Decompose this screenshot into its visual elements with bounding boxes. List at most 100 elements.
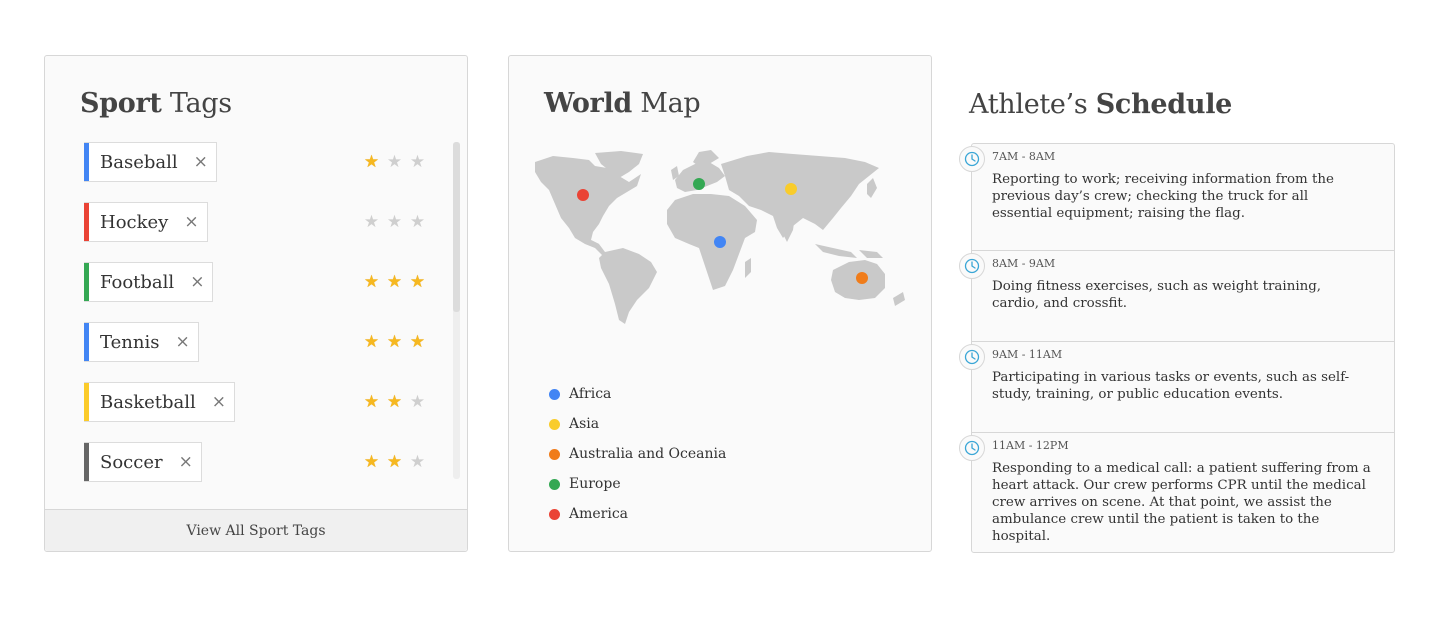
sport-tag[interactable]: Basketball × bbox=[84, 382, 236, 422]
view-all-sport-tags-button[interactable]: View All Sport Tags bbox=[45, 509, 467, 551]
star-rating[interactable]: ★ ★ ★ bbox=[360, 392, 429, 412]
star-icon[interactable]: ★ bbox=[406, 272, 429, 292]
sport-tags-panel: Sport Tags Baseball × ★ ★ ★ Hockey × ★ ★ ★ F… bbox=[44, 55, 468, 552]
clock-icon bbox=[959, 146, 985, 172]
tag-label: Football bbox=[100, 271, 175, 293]
close-icon[interactable]: × bbox=[194, 153, 208, 171]
entry-text: Participating in various tasks or events… bbox=[992, 370, 1350, 402]
map-marker-africa bbox=[714, 236, 726, 248]
tag-label: Baseball bbox=[100, 151, 178, 173]
tag-label: Basketball bbox=[100, 391, 196, 413]
star-icon[interactable]: ★ bbox=[383, 152, 406, 172]
star-icon[interactable]: ★ bbox=[406, 212, 429, 232]
new-guinea-shape bbox=[859, 250, 883, 258]
entry-time: 9AM - 11AM bbox=[992, 348, 1063, 361]
schedule-entry: 7AM - 8AM Reporting to work; receiving i… bbox=[959, 144, 1394, 251]
star-icon[interactable]: ★ bbox=[360, 452, 383, 472]
entry-time: 11AM - 12PM bbox=[992, 439, 1069, 452]
star-rating[interactable]: ★ ★ ★ bbox=[360, 212, 429, 232]
entry-time: 7AM - 8AM bbox=[992, 150, 1056, 163]
star-icon[interactable]: ★ bbox=[406, 452, 429, 472]
schedule-entry: 9AM - 11AM Participating in various task… bbox=[959, 342, 1394, 433]
tag-color-bar bbox=[84, 443, 89, 481]
star-icon[interactable]: ★ bbox=[383, 212, 406, 232]
tag-row: Hockey × ★ ★ ★ bbox=[84, 202, 429, 262]
tag-color-bar bbox=[84, 323, 89, 361]
tag-row: Soccer × ★ ★ ★ bbox=[84, 442, 429, 502]
clock-icon bbox=[959, 344, 985, 370]
world-map-title: World Map bbox=[544, 88, 701, 119]
tag-row: Tennis × ★ ★ ★ bbox=[84, 322, 429, 382]
star-icon[interactable]: ★ bbox=[383, 392, 406, 412]
new-zealand-shape bbox=[893, 292, 905, 306]
tag-row: Basketball × ★ ★ ★ bbox=[84, 382, 429, 442]
star-rating[interactable]: ★ ★ ★ bbox=[360, 152, 429, 172]
star-rating[interactable]: ★ ★ ★ bbox=[360, 272, 429, 292]
map-marker-australia bbox=[856, 272, 868, 284]
legend-label: America bbox=[569, 506, 629, 522]
star-icon[interactable]: ★ bbox=[360, 272, 383, 292]
africa-shape bbox=[667, 194, 757, 290]
sport-tag-list: Baseball × ★ ★ ★ Hockey × ★ ★ ★ Football × ★… bbox=[84, 142, 429, 502]
schedule-entry: 8AM - 9AM Doing fitness exercises, such … bbox=[959, 251, 1394, 342]
entry-time: 8AM - 9AM bbox=[992, 257, 1056, 270]
indonesia-shape bbox=[815, 244, 857, 258]
tag-label: Soccer bbox=[100, 451, 163, 473]
tag-color-bar bbox=[84, 263, 89, 301]
star-icon[interactable]: ★ bbox=[406, 332, 429, 352]
sport-tag[interactable]: Tennis × bbox=[84, 322, 199, 362]
star-icon[interactable]: ★ bbox=[406, 152, 429, 172]
tag-row: Football × ★ ★ ★ bbox=[84, 262, 429, 322]
star-icon[interactable]: ★ bbox=[360, 332, 383, 352]
sport-tag[interactable]: Soccer × bbox=[84, 442, 202, 482]
star-icon[interactable]: ★ bbox=[383, 272, 406, 292]
sport-tags-title: Sport Tags bbox=[80, 88, 232, 119]
star-rating[interactable]: ★ ★ ★ bbox=[360, 332, 429, 352]
star-icon[interactable]: ★ bbox=[406, 392, 429, 412]
star-icon[interactable]: ★ bbox=[383, 332, 406, 352]
sport-tag[interactable]: Baseball × bbox=[84, 142, 217, 182]
legend-item: Asia bbox=[549, 409, 726, 439]
legend-item: Australia and Oceania bbox=[549, 439, 726, 469]
star-icon[interactable]: ★ bbox=[360, 392, 383, 412]
schedule-panel: 7AM - 8AM Reporting to work; receiving i… bbox=[959, 143, 1395, 553]
scrollbar-thumb[interactable] bbox=[453, 142, 460, 312]
legend-dot bbox=[549, 448, 560, 460]
legend-label: Africa bbox=[569, 386, 612, 402]
close-icon[interactable]: × bbox=[179, 453, 193, 471]
sport-tag[interactable]: Hockey × bbox=[84, 202, 208, 242]
close-icon[interactable]: × bbox=[175, 333, 189, 351]
clock-icon bbox=[959, 435, 985, 461]
map-marker-asia bbox=[785, 183, 797, 195]
star-icon[interactable]: ★ bbox=[360, 152, 383, 172]
legend-item: America bbox=[549, 499, 726, 529]
legend-dot bbox=[549, 478, 560, 490]
legend-item: Africa bbox=[549, 379, 726, 409]
legend-dot bbox=[549, 508, 560, 520]
scrollbar[interactable] bbox=[453, 142, 460, 479]
clock-icon bbox=[959, 253, 985, 279]
entry-text: Reporting to work; receiving information… bbox=[992, 172, 1334, 221]
entry-text: Responding to a medical call: a patient … bbox=[992, 461, 1371, 544]
madagascar-shape bbox=[745, 258, 751, 278]
schedule-entry: 11AM - 12PM Responding to a medical call… bbox=[959, 433, 1394, 551]
star-icon[interactable]: ★ bbox=[360, 212, 383, 232]
legend-label: Australia and Oceania bbox=[569, 446, 727, 462]
star-rating[interactable]: ★ ★ ★ bbox=[360, 452, 429, 472]
tag-color-bar bbox=[84, 203, 89, 241]
tag-label: Tennis bbox=[100, 331, 160, 353]
legend-label: Europe bbox=[569, 476, 621, 492]
legend-label: Asia bbox=[569, 416, 600, 432]
map-marker-europe bbox=[693, 178, 705, 190]
tag-color-bar bbox=[84, 383, 89, 421]
sport-tag[interactable]: Football × bbox=[84, 262, 214, 302]
close-icon[interactable]: × bbox=[212, 393, 226, 411]
star-icon[interactable]: ★ bbox=[383, 452, 406, 472]
world-map-panel: World Map Africa Asia Australia and Ocea… bbox=[508, 55, 932, 552]
close-icon[interactable]: × bbox=[190, 273, 204, 291]
tag-color-bar bbox=[84, 143, 89, 181]
close-icon[interactable]: × bbox=[184, 213, 198, 231]
legend-item: Europe bbox=[549, 469, 726, 499]
schedule-title: Athlete’s Schedule bbox=[969, 89, 1233, 120]
tag-row: Baseball × ★ ★ ★ bbox=[84, 142, 429, 202]
